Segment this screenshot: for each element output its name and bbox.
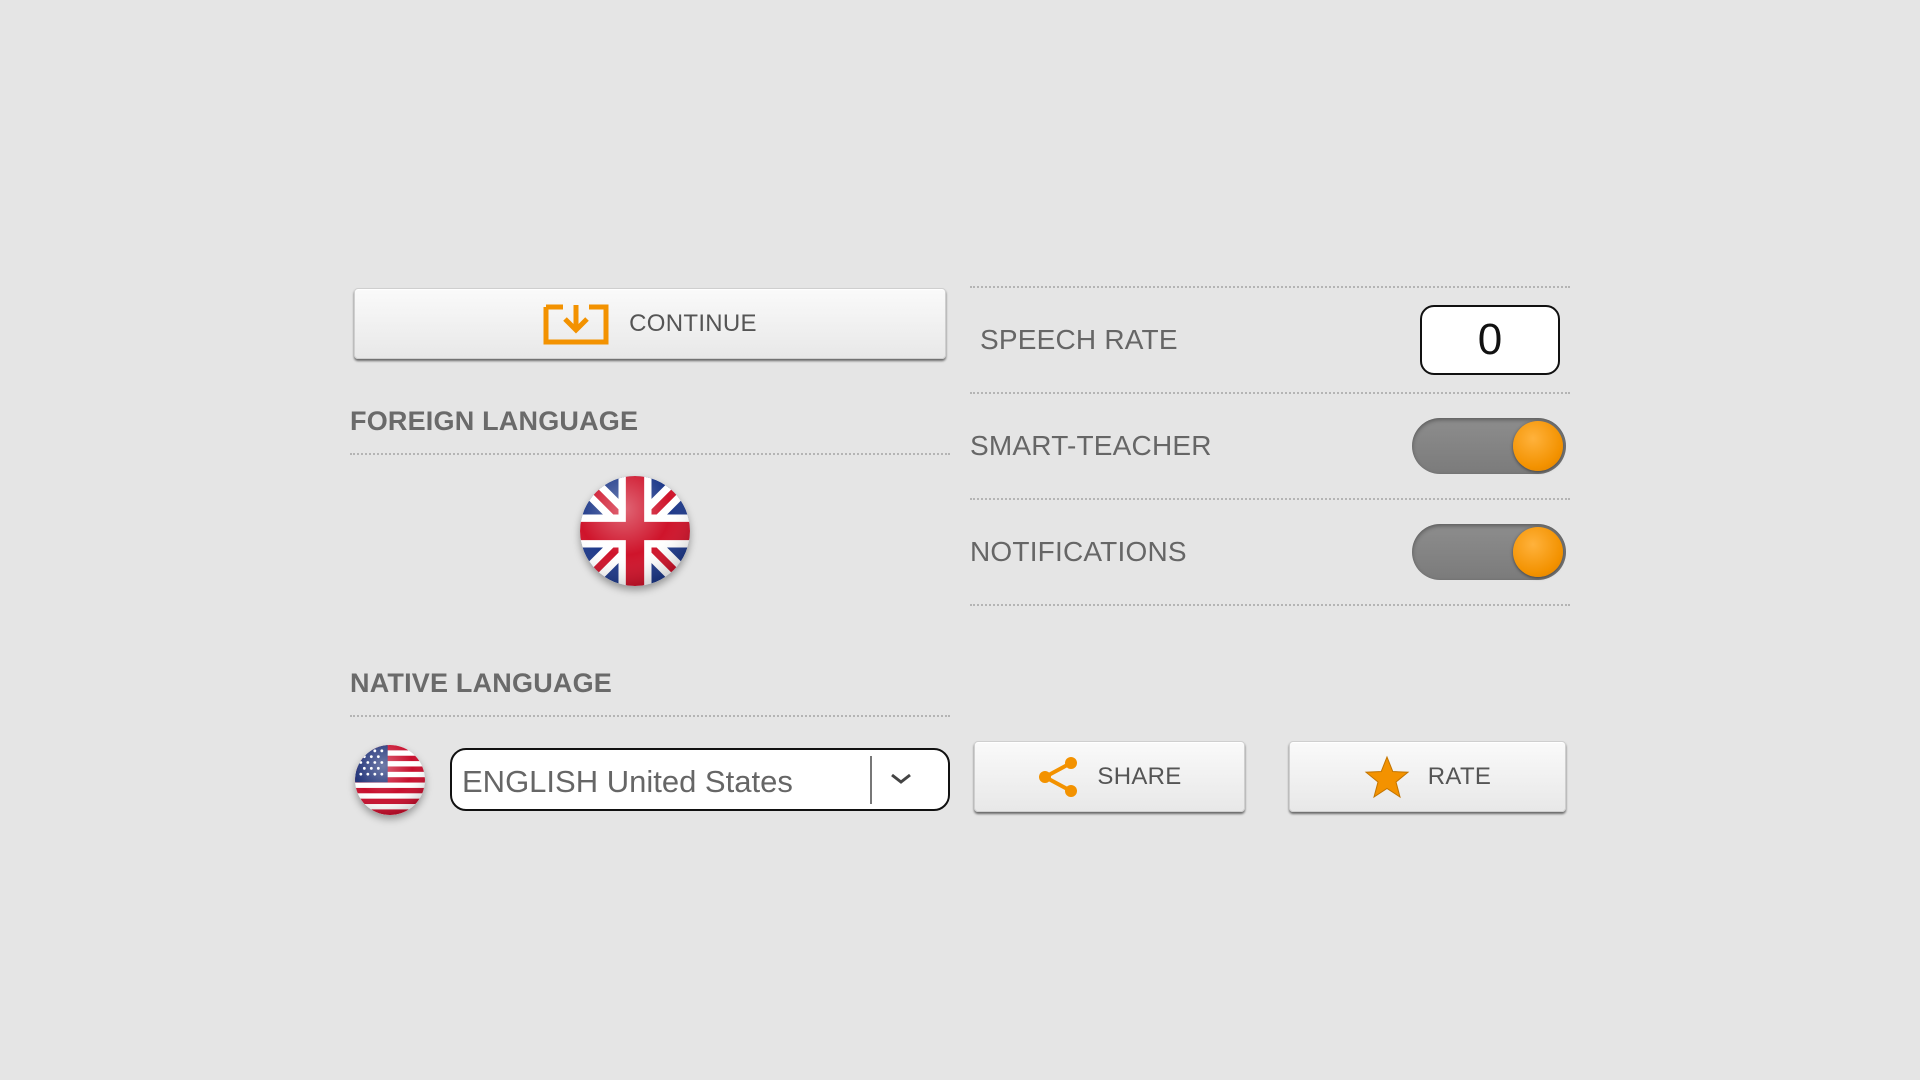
continue-button[interactable]: CONTINUE	[354, 288, 946, 359]
download-icon	[543, 303, 609, 345]
speech-rate-input[interactable]: 0	[1420, 305, 1560, 375]
speech-rate-label: SPEECH RATE	[980, 324, 1178, 355]
settings-screen: CONTINUE FOREIGN LANGUAGE NATIVE LANGUAG…	[0, 0, 1920, 1080]
uk-flag-icon[interactable]	[580, 476, 690, 586]
notifications-toggle[interactable]	[1412, 524, 1566, 580]
divider	[350, 715, 950, 717]
continue-label: CONTINUE	[629, 309, 757, 337]
rate-label: RATE	[1427, 762, 1492, 790]
native-language-select[interactable]: ENGLISH United States	[450, 748, 950, 811]
divider	[970, 498, 1570, 500]
notifications-label: NOTIFICATIONS	[970, 536, 1187, 567]
share-icon	[1037, 755, 1081, 799]
us-flag-icon	[355, 745, 425, 815]
share-label: SHARE	[1097, 762, 1182, 790]
star-icon	[1364, 755, 1410, 799]
divider	[970, 392, 1570, 394]
toggle-knob	[1513, 421, 1563, 471]
rate-button[interactable]: RATE	[1289, 741, 1566, 812]
divider	[350, 453, 950, 455]
smart-teacher-toggle[interactable]	[1412, 418, 1566, 474]
divider	[970, 286, 1570, 288]
share-button[interactable]: SHARE	[974, 741, 1245, 812]
native-language-heading: NATIVE LANGUAGE	[350, 668, 613, 698]
foreign-language-heading: FOREIGN LANGUAGE	[350, 406, 639, 436]
divider	[970, 604, 1570, 606]
native-language-value: ENGLISH United States	[462, 764, 793, 799]
select-separator	[870, 756, 872, 804]
toggle-knob	[1513, 527, 1563, 577]
smart-teacher-label: SMART-TEACHER	[970, 430, 1212, 461]
chevron-down-icon	[886, 764, 916, 799]
